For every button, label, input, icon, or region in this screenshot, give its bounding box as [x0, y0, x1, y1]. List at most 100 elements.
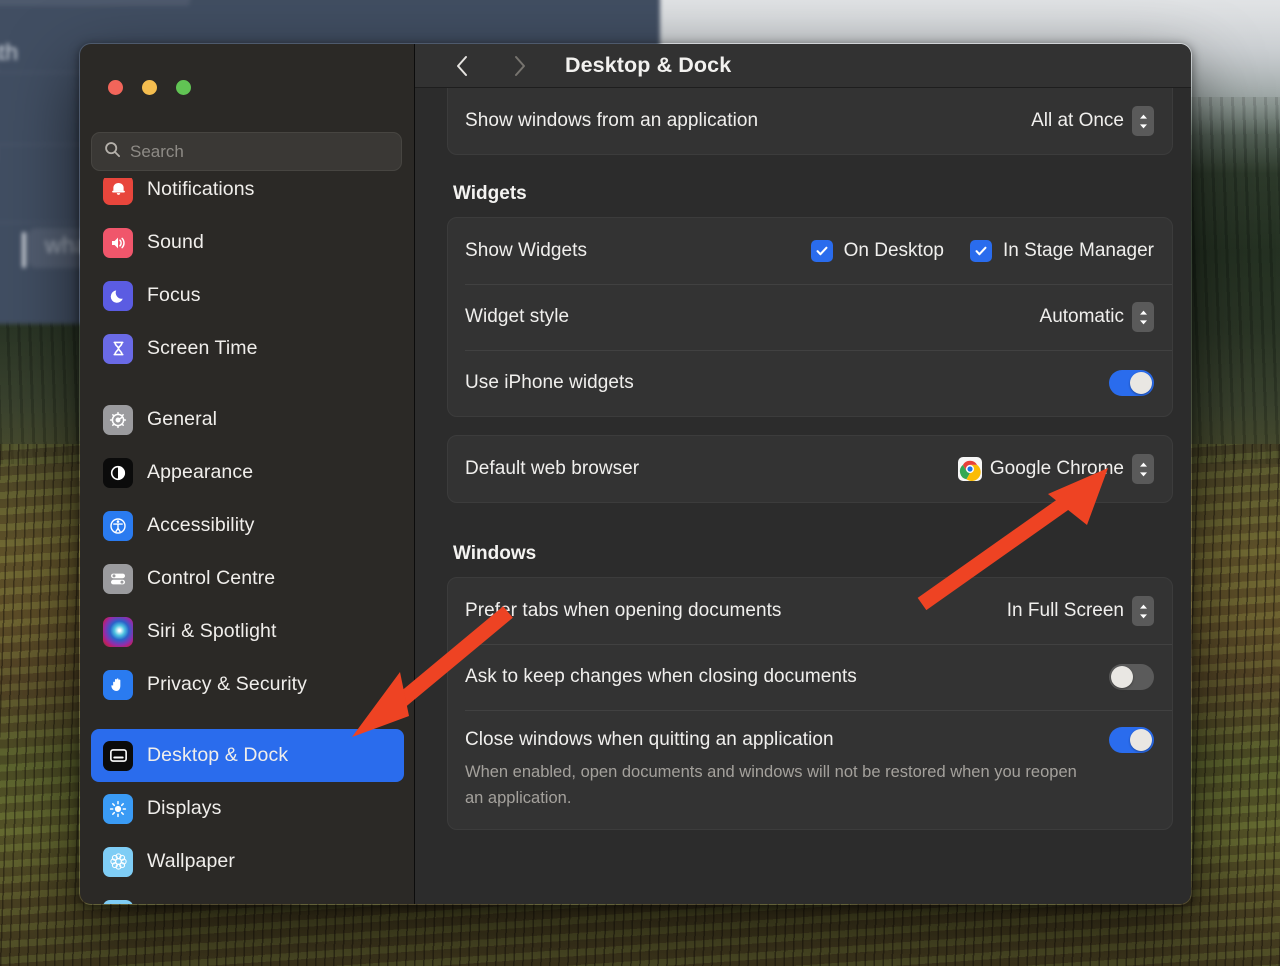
sidebar-group-gap — [80, 711, 415, 729]
windows-group: Prefer tabs when opening documents In Fu… — [447, 577, 1173, 830]
forward-chevron-icon[interactable] — [503, 49, 537, 83]
background-text-caret — [22, 232, 26, 268]
popup-value[interactable]: In Full Screen — [1007, 596, 1154, 626]
toggle-knob — [1130, 372, 1152, 394]
sidebar-item-accessibility[interactable]: Accessibility — [91, 499, 404, 552]
window-traffic-lights — [108, 80, 191, 95]
row-close-windows-when-quitting[interactable]: Close windows when quitting an applicati… — [448, 710, 1172, 770]
row-prefer-tabs[interactable]: Prefer tabs when opening documents In Fu… — [448, 578, 1172, 644]
siri-icon — [103, 617, 133, 647]
row-label: Use iPhone widgets — [465, 372, 634, 394]
popup-value[interactable]: All at Once — [1031, 106, 1154, 136]
checkbox-checked-icon[interactable] — [970, 240, 992, 262]
toggle-knob — [1130, 729, 1152, 751]
checkbox-label: In Stage Manager — [1003, 240, 1154, 262]
general-gear-icon — [103, 405, 133, 435]
sidebar-group-gap — [80, 375, 415, 393]
sidebar-item-general[interactable]: General — [91, 393, 404, 446]
search-input[interactable] — [130, 142, 389, 162]
sidebar-item-screen-time[interactable]: Screen Time — [91, 322, 404, 375]
sidebar-item-label: Sound — [147, 231, 204, 254]
sidebar-main-divider — [414, 44, 415, 904]
minimize-button[interactable] — [142, 80, 157, 95]
mission-control-group: Show windows from an application All at … — [447, 88, 1173, 155]
notifications-icon — [103, 178, 133, 205]
toggle-close-windows-when-quitting[interactable] — [1109, 727, 1154, 753]
sidebar-item-siri-spotlight[interactable]: Siri & Spotlight — [91, 605, 404, 658]
popup-value-text: In Full Screen — [1007, 600, 1124, 622]
sidebar-item-displays[interactable]: Displays — [91, 782, 404, 835]
back-chevron-icon[interactable] — [445, 49, 479, 83]
row-widget-style[interactable]: Widget style Automatic — [448, 284, 1172, 350]
sidebar-item-label: Privacy & Security — [147, 673, 307, 696]
row-label: Default web browser — [465, 458, 639, 480]
chrome-icon — [958, 457, 982, 481]
checkbox-in-stage-manager[interactable]: In Stage Manager — [970, 240, 1154, 262]
main-toolbar: Desktop & Dock — [415, 44, 1191, 88]
search-field[interactable] — [91, 132, 402, 171]
sidebar-item-label: Displays — [147, 797, 222, 820]
sidebar-item-wallpaper[interactable]: Wallpaper — [91, 835, 404, 888]
toggle-ask-to-keep-changes[interactable] — [1109, 664, 1154, 690]
popup-value-text: Automatic — [1040, 306, 1124, 328]
row-use-iphone-widgets[interactable]: Use iPhone widgets — [448, 350, 1172, 416]
settings-scroll-area[interactable]: Show windows from an application All at … — [415, 88, 1191, 904]
row-label: Show windows from an application — [465, 110, 758, 132]
checkbox-checked-icon[interactable] — [811, 240, 833, 262]
widgets-group: Show Widgets On Desktop — [447, 217, 1173, 417]
sidebar-item-label: General — [147, 408, 217, 431]
checkbox-on-desktop[interactable]: On Desktop — [811, 240, 944, 262]
chevron-up-down-icon[interactable] — [1132, 106, 1154, 136]
row-show-widgets[interactable]: Show Widgets On Desktop — [448, 218, 1172, 284]
search-icon — [104, 141, 121, 163]
checkbox-label: On Desktop — [844, 240, 944, 262]
sidebar-item-label: Accessibility — [147, 514, 255, 537]
sidebar-item-label: Screen Time — [147, 337, 258, 360]
sidebar-item-control-centre[interactable]: Control Centre — [91, 552, 404, 605]
row-label: Show Widgets — [465, 240, 587, 262]
sidebar-item-label: Wallpaper — [147, 850, 235, 873]
privacy-hand-icon — [103, 670, 133, 700]
help-text-close-windows: When enabled, open documents and windows… — [448, 760, 1172, 829]
screen-time-hourglass-icon — [103, 334, 133, 364]
desktop-dock-icon — [103, 741, 133, 771]
toggle-use-iphone-widgets[interactable] — [1109, 370, 1154, 396]
section-title-widgets: Widgets — [453, 183, 1173, 205]
system-settings-window[interactable]: Notifications Sound F — [79, 43, 1192, 905]
displays-brightness-icon — [103, 794, 133, 824]
popup-value[interactable]: Automatic — [1040, 302, 1154, 332]
sidebar-item-appearance[interactable]: Appearance — [91, 446, 404, 499]
row-default-web-browser[interactable]: Default web browser — [448, 436, 1172, 502]
sidebar-item-focus[interactable]: Focus — [91, 269, 404, 322]
sidebar-item-label: Appearance — [147, 461, 253, 484]
popup-value[interactable]: Google Chrome — [958, 454, 1154, 484]
row-label: Close windows when quitting an applicati… — [465, 729, 834, 751]
sidebar-item-label: Focus — [147, 284, 201, 307]
sidebar-item-privacy-security[interactable]: Privacy & Security — [91, 658, 404, 711]
zoom-button[interactable] — [176, 80, 191, 95]
popup-value-text: All at Once — [1031, 110, 1124, 132]
section-title-windows: Windows — [453, 543, 1173, 565]
sidebar-item-notifications[interactable]: Notifications — [91, 178, 404, 216]
background-text-math: math — [0, 39, 18, 66]
page-title: Desktop & Dock — [565, 53, 731, 78]
sidebar-item-sound[interactable]: Sound — [91, 216, 404, 269]
row-ask-to-keep-changes[interactable]: Ask to keep changes when closing documen… — [448, 644, 1172, 710]
chevron-up-down-icon[interactable] — [1132, 302, 1154, 332]
sidebar-item-list: Notifications Sound F — [80, 178, 415, 904]
accessibility-icon — [103, 511, 133, 541]
row-show-windows-from-application[interactable]: Show windows from an application All at … — [448, 88, 1172, 154]
sidebar-item-label: Desktop & Dock — [147, 744, 288, 767]
chevron-up-down-icon[interactable] — [1132, 596, 1154, 626]
appearance-icon — [103, 458, 133, 488]
sidebar-item-partial[interactable] — [91, 888, 404, 904]
sidebar-item-desktop-and-dock[interactable]: Desktop & Dock — [91, 729, 404, 782]
sidebar-item-label: Control Centre — [147, 567, 275, 590]
focus-moon-icon — [103, 281, 133, 311]
chevron-up-down-icon[interactable] — [1132, 454, 1154, 484]
row-label: Prefer tabs when opening documents — [465, 600, 781, 622]
default-browser-group: Default web browser — [447, 435, 1173, 503]
close-button[interactable] — [108, 80, 123, 95]
sidebar-item-label: Notifications — [147, 178, 255, 201]
toggle-knob — [1111, 666, 1133, 688]
